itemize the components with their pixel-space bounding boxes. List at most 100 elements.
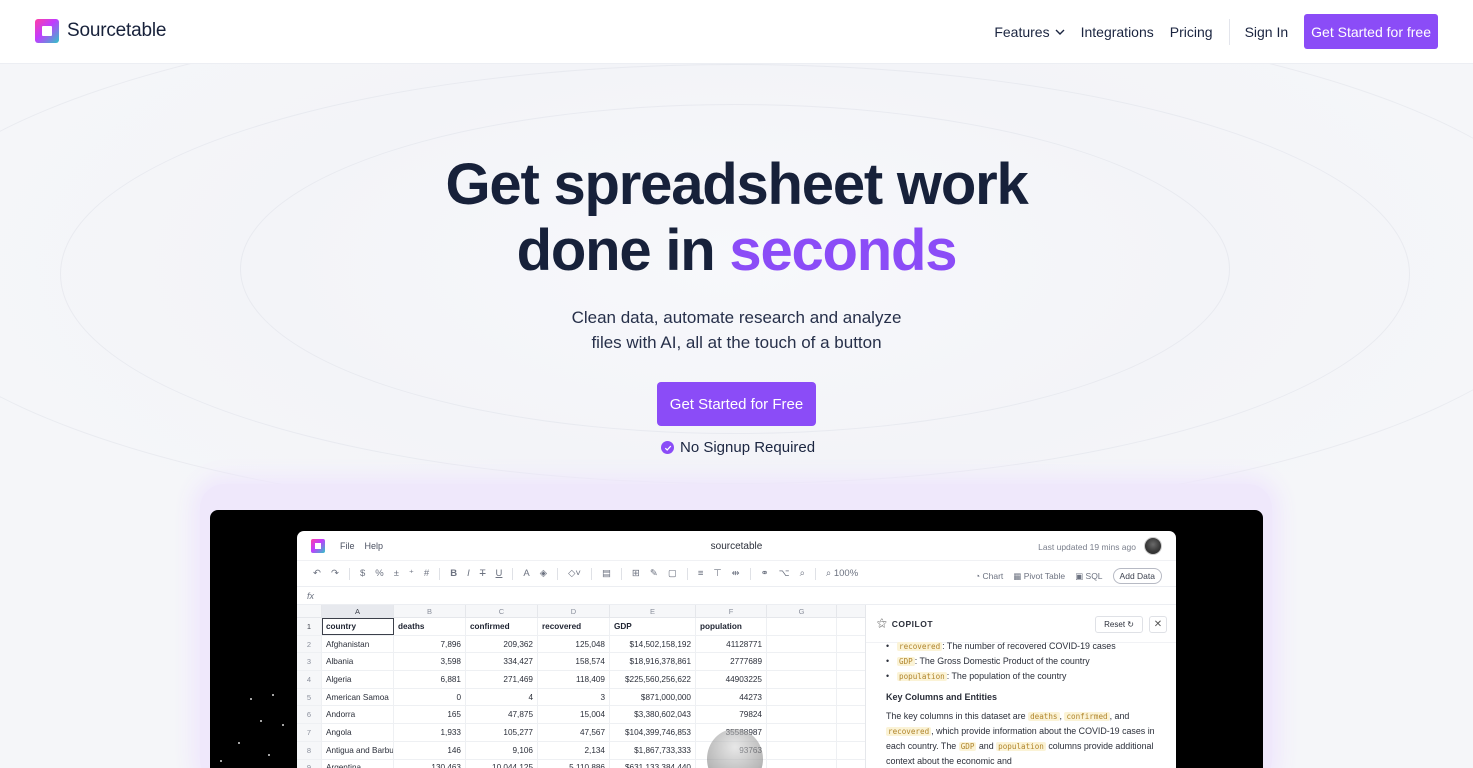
cell[interactable] xyxy=(767,741,837,759)
cell[interactable]: 125,048 xyxy=(538,635,610,653)
menu-help[interactable]: Help xyxy=(365,541,384,551)
row-number[interactable]: 9 xyxy=(297,759,322,768)
cell[interactable] xyxy=(767,724,837,741)
cell[interactable]: $104,399,746,853 xyxy=(610,724,696,741)
zoom-control[interactable]: ⌕ 100% xyxy=(826,568,858,579)
text-color-icon[interactable]: A xyxy=(523,568,529,579)
cell[interactable]: 209,362 xyxy=(466,635,538,653)
nav-integrations[interactable]: Integrations xyxy=(1081,24,1154,40)
cell[interactable]: 0 xyxy=(394,688,466,706)
cell[interactable]: 130,463 xyxy=(394,759,466,768)
cell[interactable]: 334,427 xyxy=(466,653,538,671)
cell[interactable]: 271,469 xyxy=(466,671,538,688)
cell[interactable]: $1,867,733,333 xyxy=(610,741,696,759)
cell[interactable]: 158,574 xyxy=(538,653,610,671)
close-icon[interactable]: ✕ xyxy=(1149,616,1167,633)
cell[interactable]: 4 xyxy=(466,688,538,706)
pen-icon[interactable]: ✎ xyxy=(650,568,658,579)
cell[interactable] xyxy=(767,635,837,653)
brand-logo[interactable]: Sourcetable xyxy=(35,19,166,43)
cell[interactable]: 7,896 xyxy=(394,635,466,653)
cell[interactable]: 47,875 xyxy=(466,706,538,724)
row-number[interactable]: 4 xyxy=(297,671,322,688)
redo-icon[interactable]: ↷ xyxy=(331,568,339,579)
column-header[interactable]: D xyxy=(538,605,610,617)
column-header[interactable]: E xyxy=(610,605,696,617)
column-header[interactable]: C xyxy=(466,605,538,617)
fill-color-icon[interactable]: ◈ xyxy=(540,568,547,579)
cell[interactable]: American Samoa xyxy=(322,688,394,706)
avatar[interactable] xyxy=(1144,537,1162,555)
row-number[interactable]: 2 xyxy=(297,635,322,653)
row-number[interactable]: 8 xyxy=(297,741,322,759)
column-header[interactable]: G xyxy=(767,605,837,617)
cell[interactable]: 165 xyxy=(394,706,466,724)
cell[interactable]: $3,380,602,043 xyxy=(610,706,696,724)
column-header[interactable]: A xyxy=(322,605,394,617)
cell[interactable]: 41128771 xyxy=(696,635,767,653)
copilot-reset-button[interactable]: Reset ↻ xyxy=(1095,616,1143,633)
cell[interactable] xyxy=(767,688,837,706)
menu-file[interactable]: File xyxy=(340,541,355,551)
add-data-button[interactable]: Add Data xyxy=(1112,568,1162,584)
paint-format-icon[interactable]: ◇˅ xyxy=(568,568,581,579)
row-number[interactable]: 1 xyxy=(297,618,322,635)
cell[interactable]: 3 xyxy=(538,688,610,706)
cell[interactable]: population xyxy=(696,618,767,635)
cell[interactable]: 10,044,125 xyxy=(466,759,538,768)
pivot-table-button[interactable]: ▦ Pivot Table xyxy=(1013,571,1065,582)
shape-icon[interactable]: ▢ xyxy=(668,568,677,579)
cell[interactable]: 79824 xyxy=(696,706,767,724)
sql-button[interactable]: ▣ SQL xyxy=(1075,571,1102,582)
cell[interactable]: 2777689 xyxy=(696,653,767,671)
cell[interactable]: Angola xyxy=(322,724,394,741)
strikethrough-icon[interactable]: T xyxy=(480,568,486,579)
cell[interactable]: 44273 xyxy=(696,688,767,706)
number-format-icon[interactable]: # xyxy=(424,568,429,579)
cell[interactable]: Antigua and Barbu xyxy=(322,741,394,759)
cell[interactable]: 118,409 xyxy=(538,671,610,688)
cell[interactable]: $871,000,000 xyxy=(610,688,696,706)
row-number[interactable]: 5 xyxy=(297,688,322,706)
search-icon[interactable]: ⌕ xyxy=(800,568,805,579)
cell[interactable]: $14,502,158,192 xyxy=(610,635,696,653)
row-number[interactable]: 6 xyxy=(297,706,322,724)
column-header[interactable]: B xyxy=(394,605,466,617)
decimal-icon[interactable]: ± xyxy=(394,568,399,579)
cell[interactable]: Afghanistan xyxy=(322,635,394,653)
align-icon[interactable]: ≡ xyxy=(698,568,704,579)
nav-features[interactable]: Features xyxy=(994,24,1065,40)
merge-icon[interactable]: ▤ xyxy=(602,568,611,579)
cell[interactable]: $18,916,378,861 xyxy=(610,653,696,671)
cell[interactable]: 146 xyxy=(394,741,466,759)
cell[interactable]: Argentina xyxy=(322,759,394,768)
row-number[interactable]: 7 xyxy=(297,724,322,741)
cell[interactable]: 44903225 xyxy=(696,671,767,688)
formula-bar[interactable]: fx xyxy=(297,587,1176,605)
cell[interactable]: 9,106 xyxy=(466,741,538,759)
currency-icon[interactable]: $ xyxy=(360,568,365,579)
get-started-hero-button[interactable]: Get Started for Free xyxy=(657,382,816,426)
cell[interactable]: $225,560,256,622 xyxy=(610,671,696,688)
cell[interactable]: Algeria xyxy=(322,671,394,688)
cell[interactable]: 5,110,886 xyxy=(538,759,610,768)
sign-in-link[interactable]: Sign In xyxy=(1245,24,1289,40)
cell[interactable]: 15,004 xyxy=(538,706,610,724)
chart-button[interactable]: ◔ Chart xyxy=(975,571,1003,581)
link-icon[interactable]: ⚭ xyxy=(761,568,769,579)
cell[interactable]: 1,933 xyxy=(394,724,466,741)
cell[interactable]: 6,881 xyxy=(394,671,466,688)
cell[interactable]: confirmed xyxy=(466,618,538,635)
cell[interactable]: recovered xyxy=(538,618,610,635)
filter-icon[interactable]: ⌥ xyxy=(779,568,790,579)
cell[interactable]: Andorra xyxy=(322,706,394,724)
cell[interactable] xyxy=(767,706,837,724)
cell[interactable] xyxy=(767,618,837,635)
wrap-icon[interactable]: ⇹ xyxy=(732,568,740,579)
bold-icon[interactable]: B xyxy=(450,568,457,579)
cell[interactable]: $631,133,384,440 xyxy=(610,759,696,768)
italic-icon[interactable]: I xyxy=(467,568,470,579)
cell[interactable]: 47,567 xyxy=(538,724,610,741)
cell[interactable] xyxy=(767,759,837,768)
cell[interactable]: Albania xyxy=(322,653,394,671)
